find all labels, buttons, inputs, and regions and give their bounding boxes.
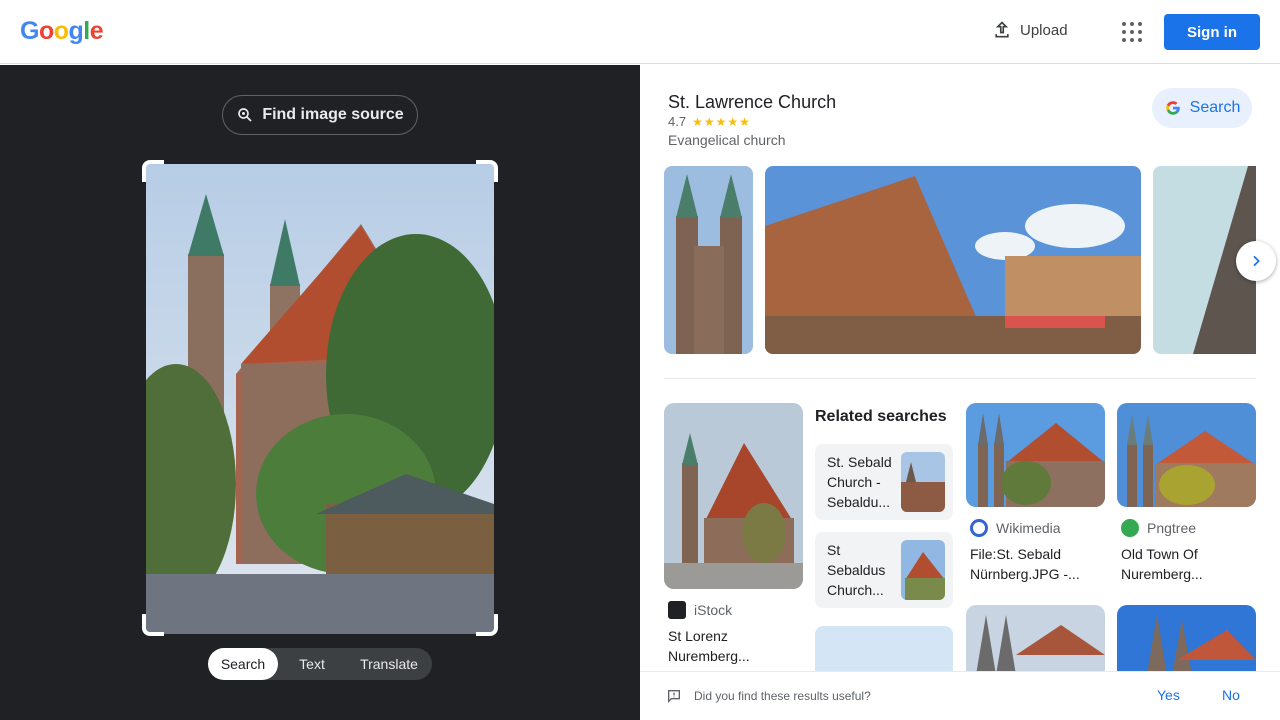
result-title[interactable]: Old Town Of Nuremberg...: [1121, 544, 1251, 584]
upload-label: Upload: [1020, 21, 1068, 39]
google-search-label: Search: [1189, 99, 1241, 116]
crop-corner[interactable]: [476, 614, 498, 636]
result-thumbnail[interactable]: [664, 403, 803, 589]
mode-search-tab[interactable]: Search: [208, 648, 278, 680]
feedback-icon: [668, 690, 680, 703]
upload-button[interactable]: Upload: [992, 20, 1068, 40]
related-search-label: St. Sebald Church - Sebaldu...: [827, 454, 892, 510]
crop-corner[interactable]: [142, 614, 164, 636]
related-search-thumbnail: [901, 540, 945, 600]
result-title[interactable]: St Lorenz Nuremberg...: [668, 626, 798, 666]
entity-image[interactable]: [664, 166, 753, 354]
related-search-thumbnail: [901, 452, 945, 512]
carousel-next-button[interactable]: [1236, 241, 1276, 281]
result-source[interactable]: iStock: [668, 601, 732, 619]
related-search-label: St Sebaldus Church...: [827, 542, 886, 598]
entity-subtitle: Evangelical church: [668, 132, 786, 148]
upload-icon: [995, 21, 1009, 38]
find-image-source-button[interactable]: Find image source: [222, 95, 418, 135]
chevron-right-icon: [1253, 255, 1260, 267]
apps-grid-icon[interactable]: [1120, 20, 1144, 44]
query-image[interactable]: [146, 164, 494, 634]
wikimedia-icon: [970, 519, 988, 537]
entity-rating: 4.7 ★★★★★: [668, 114, 751, 129]
feedback-no-button[interactable]: No: [1222, 687, 1240, 703]
entity-image[interactable]: [765, 166, 1141, 354]
google-logo[interactable]: Google: [20, 17, 104, 46]
sign-in-button[interactable]: Sign in: [1164, 14, 1260, 50]
logo-letter: G: [20, 17, 39, 45]
lens-mode-switcher: Search Text Translate: [208, 648, 432, 680]
result-source[interactable]: Pngtree: [1121, 519, 1196, 537]
result-source[interactable]: Wikimedia: [970, 519, 1061, 537]
logo-letter: g: [68, 17, 84, 45]
related-searches-heading: Related searches: [815, 408, 947, 425]
crop-corner[interactable]: [476, 160, 498, 182]
find-image-source-label: Find image source: [262, 106, 404, 123]
result-source-name: Wikimedia: [996, 520, 1061, 536]
feedback-question: Did you find these results useful?: [694, 689, 871, 703]
istock-icon: [668, 601, 686, 619]
result-thumbnail[interactable]: [1117, 403, 1256, 507]
google-g-icon: [1165, 101, 1180, 115]
result-thumbnail[interactable]: [966, 605, 1105, 675]
result-source-name: Pngtree: [1147, 520, 1197, 536]
related-search-item[interactable]: St. Sebald Church - Sebaldu...: [815, 444, 953, 520]
feedback-bar: Did you find these results useful? Yes N…: [640, 671, 1280, 720]
divider: [664, 378, 1256, 379]
result-source-name: iStock: [694, 602, 733, 618]
logo-letter: o: [38, 17, 54, 45]
logo-letter: o: [53, 17, 69, 45]
mode-translate-tab[interactable]: Translate: [346, 648, 432, 680]
feedback-yes-button[interactable]: Yes: [1157, 687, 1180, 703]
top-bar: Google Upload Sign in: [0, 0, 1280, 64]
logo-letter: e: [89, 17, 104, 45]
lens-image-panel: Find image source Search Text Translate: [0, 65, 640, 720]
mode-text-tab[interactable]: Text: [278, 648, 346, 680]
result-thumbnail[interactable]: [966, 403, 1105, 507]
entity-title[interactable]: St. Lawrence Church: [668, 92, 836, 113]
result-thumbnail[interactable]: [1117, 605, 1256, 675]
google-search-button[interactable]: Search: [1152, 88, 1252, 128]
results-panel: St. Lawrence Church 4.7 ★★★★★ Evangelica…: [640, 65, 1280, 720]
lens-search-icon: [238, 108, 252, 122]
result-title[interactable]: File:St. Sebald Nürnberg.JPG -...: [970, 544, 1100, 584]
pngtree-icon: [1121, 519, 1139, 537]
related-search-item[interactable]: St Sebaldus Church...: [815, 532, 953, 608]
rating-value: 4.7: [668, 114, 687, 129]
rating-stars: ★★★★★: [692, 114, 751, 129]
crop-corner[interactable]: [142, 160, 164, 182]
